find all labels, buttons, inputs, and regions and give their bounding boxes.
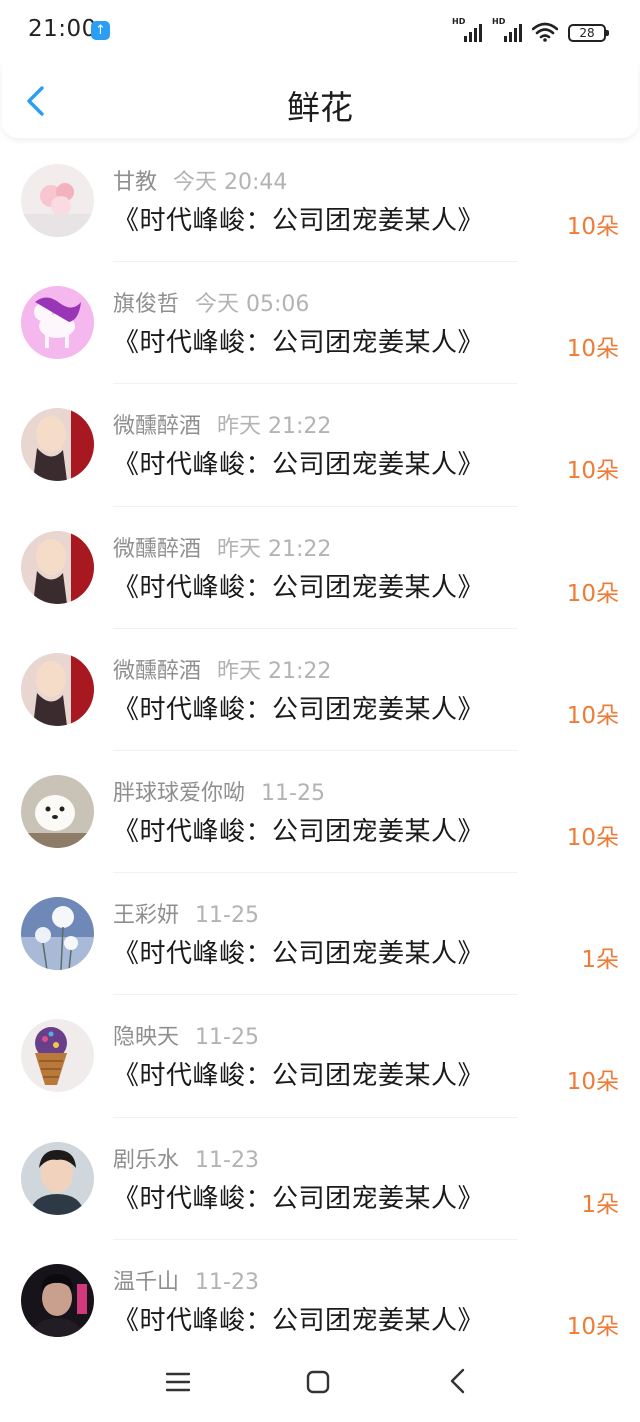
- list-item[interactable]: 微醺醉酒 昨天 21:22 《时代峰峻：公司团宠姜某人》 10朵: [0, 629, 640, 751]
- avatar[interactable]: [21, 652, 94, 726]
- book-title[interactable]: 《时代峰峻：公司团宠姜某人》: [113, 1178, 484, 1215]
- flower-count: 10朵: [566, 336, 619, 363]
- item-time: 11-23: [195, 1269, 259, 1295]
- status-time: 21:00: [28, 16, 97, 42]
- list-item[interactable]: 隐映天 11-25 《时代峰峻：公司团宠姜某人》 10朵: [0, 995, 640, 1118]
- avatar[interactable]: [21, 1019, 94, 1093]
- flower-count: 10朵: [566, 1069, 619, 1096]
- square-icon[interactable]: [306, 1370, 330, 1394]
- list-item[interactable]: 温千山 11-23 《时代峰峻：公司团宠姜某人》 10朵: [0, 1240, 640, 1362]
- signal-icon: HD: [452, 17, 482, 42]
- user-name: 温千山 11-23: [113, 1264, 259, 1296]
- item-time: 11-23: [195, 1147, 259, 1173]
- user-name: 旗俊哲 今天 05:06: [113, 286, 309, 318]
- avatar[interactable]: [21, 408, 94, 482]
- user-name: 胖球球爱你呦 11-25: [113, 775, 325, 807]
- avatar[interactable]: [21, 897, 94, 971]
- user-name-text: 旗俊哲: [113, 292, 180, 318]
- user-name-text: 微醺醉酒: [113, 536, 202, 562]
- chevron-left-icon[interactable]: [446, 1368, 470, 1394]
- avatar[interactable]: [21, 286, 94, 360]
- user-name-text: 隐映天: [113, 1025, 180, 1051]
- item-time: 今天 05:06: [195, 292, 310, 318]
- header: 鲜花: [2, 60, 638, 138]
- user-name-text: 甘教: [113, 170, 158, 195]
- book-title[interactable]: 《时代峰峻：公司团宠姜某人》: [113, 811, 484, 848]
- book-title[interactable]: 《时代峰峻：公司团宠姜某人》: [113, 444, 484, 481]
- flower-count: 10朵: [566, 580, 619, 607]
- user-name: 甘教 今天 20:44: [113, 164, 287, 196]
- list-item[interactable]: 微醺醉酒 昨天 21:22 《时代峰峻：公司团宠姜某人》 10朵: [0, 384, 640, 507]
- book-title[interactable]: 《时代峰峻：公司团宠姜某人》: [113, 1300, 484, 1337]
- menu-icon[interactable]: [166, 1370, 190, 1394]
- flower-count: 10朵: [566, 824, 619, 851]
- flower-count: 10朵: [566, 214, 619, 240]
- user-name-text: 温千山: [113, 1269, 180, 1295]
- user-name: 隐映天 11-25: [113, 1019, 259, 1051]
- status-indicators: HD HD 28: [452, 17, 609, 42]
- user-name: 微醺醉酒 昨天 21:22: [113, 653, 331, 685]
- avatar[interactable]: [21, 530, 94, 604]
- user-name-text: 微醺醉酒: [113, 414, 202, 440]
- user-name-text: 王彩妍: [113, 903, 180, 929]
- battery-icon: 28: [568, 24, 609, 42]
- user-name: 王彩妍 11-25: [113, 897, 259, 929]
- wifi-icon: [532, 22, 558, 42]
- user-name-text: 胖球球爱你呦: [113, 780, 246, 806]
- item-time: 11-25: [261, 780, 325, 806]
- book-title[interactable]: 《时代峰峻：公司团宠姜某人》: [113, 200, 484, 237]
- book-title[interactable]: 《时代峰峻：公司团宠姜某人》: [113, 322, 484, 359]
- user-name-text: 剧乐水: [113, 1147, 180, 1173]
- book-title[interactable]: 《时代峰峻：公司团宠姜某人》: [113, 689, 484, 726]
- user-name: 微醺醉酒 昨天 21:22: [113, 408, 331, 440]
- upload-icon: ↑: [91, 21, 110, 40]
- book-title[interactable]: 《时代峰峻：公司团宠姜某人》: [113, 933, 484, 970]
- avatar[interactable]: [21, 774, 94, 848]
- item-time: 昨天 21:22: [217, 536, 332, 562]
- list-item[interactable]: 王彩妍 11-25 《时代峰峻：公司团宠姜某人》 1朵: [0, 873, 640, 996]
- item-time: 昨天 21:22: [217, 414, 332, 440]
- user-name-text: 微醺醉酒: [113, 658, 202, 684]
- item-time: 11-25: [195, 903, 259, 929]
- user-name: 剧乐水 11-23: [113, 1142, 259, 1174]
- list-item[interactable]: 旗俊哲 今天 05:06 《时代峰峻：公司团宠姜某人》 10朵: [0, 262, 640, 385]
- list-item[interactable]: 微醺醉酒 昨天 21:22 《时代峰峻：公司团宠姜某人》 10朵: [0, 507, 640, 629]
- avatar[interactable]: [21, 1141, 94, 1215]
- flower-count: 1朵: [581, 947, 619, 974]
- avatar[interactable]: [21, 1263, 94, 1337]
- user-name: 微醺醉酒 昨天 21:22: [113, 531, 331, 563]
- list-item[interactable]: 剧乐水 11-23 《时代峰峻：公司团宠姜某人》 1朵: [0, 1118, 640, 1240]
- flower-count: 1朵: [581, 1191, 619, 1218]
- book-title[interactable]: 《时代峰峻：公司团宠姜某人》: [113, 567, 484, 604]
- item-time: 11-25: [195, 1025, 259, 1051]
- list-item[interactable]: 甘教 今天 20:44 《时代峰峻：公司团宠姜某人》 10朵: [0, 140, 640, 263]
- page-title: 鲜花: [287, 88, 353, 127]
- status-bar: 21:00 ↑ HD HD 28: [0, 0, 640, 60]
- system-nav-bar: [0, 1350, 640, 1422]
- avatar[interactable]: [21, 164, 94, 237]
- flower-count: 10朵: [566, 458, 619, 485]
- flower-count: 10朵: [566, 1313, 619, 1340]
- book-title[interactable]: 《时代峰峻：公司团宠姜某人》: [113, 1055, 484, 1092]
- flower-list: 甘教 今天 20:44 《时代峰峻：公司团宠姜某人》 10朵 旗俊哲 今天 05:0…: [0, 140, 640, 1362]
- flower-count: 10朵: [566, 702, 619, 729]
- item-time: 今天 20:44: [173, 170, 288, 195]
- signal-icon: HD: [492, 17, 522, 42]
- item-time: 昨天 21:22: [217, 658, 332, 684]
- list-item[interactable]: 胖球球爱你呦 11-25 《时代峰峻：公司团宠姜某人》 10朵: [0, 751, 640, 874]
